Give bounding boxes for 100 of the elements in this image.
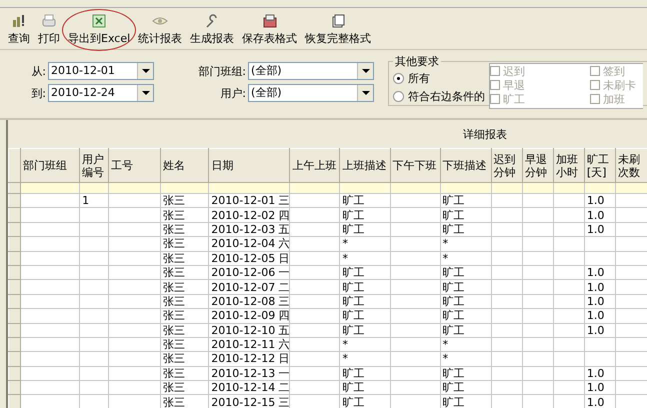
date-dropdown[interactable]: 2010-12-01 [48,62,154,80]
table-cell: 2010-12-08 三 [208,294,290,309]
radio-button[interactable] [393,73,404,84]
row-header[interactable] [8,380,21,395]
table-cell [290,308,340,324]
filter-cell[interactable] [208,182,290,194]
table-cell [290,265,340,280]
table-cell [553,337,584,352]
column-header[interactable]: 迟到分钟 [491,148,522,182]
column-header[interactable]: 日期 [208,148,290,182]
table-cell [553,308,584,324]
printer-icon [41,13,57,29]
table-cell [108,294,161,309]
table-cell [20,251,80,266]
group-title: 其他要求 [394,54,440,69]
table-cell [108,323,161,338]
toolbar-button[interactable]: 打印 [34,13,64,46]
table-cell [390,323,440,338]
table-cell: 张三 [160,194,209,208]
table-cell: 旷工 [340,323,390,338]
table-cell [522,251,554,266]
table-cell [290,222,340,237]
row-header[interactable] [8,294,21,309]
table-cell: 张三 [160,352,209,366]
table-cell [20,294,80,309]
toolbar-button[interactable]: 统计报表 [134,13,186,46]
table-cell [390,294,440,309]
toolbar-button[interactable]: 查询 [4,13,34,46]
column-header[interactable]: 上午上班 [290,148,340,182]
table-cell: 旷工 [440,323,492,338]
table-cell [390,352,440,366]
row-header[interactable] [8,323,21,338]
table-cell: 旷工 [340,366,390,381]
table-cell [290,280,340,294]
row-header[interactable] [8,308,21,324]
table-cell [108,366,161,381]
dept-dropdown[interactable]: (全部) [248,62,374,80]
table-cell [522,208,554,222]
table-cell: 2010-12-09 四 [208,308,290,324]
table-cell [80,251,109,266]
table-cell [290,236,340,252]
table-cell: 旷工 [440,294,492,309]
column-header[interactable]: 用户编号 [80,148,109,182]
column-header[interactable]: 下班描述 [440,148,492,182]
table-cell [491,294,522,309]
column-header[interactable]: 上班描述 [340,148,390,182]
table-cell [390,380,440,395]
table-cell [553,352,584,366]
table-cell: 张三 [160,236,209,252]
table-cell [491,352,522,366]
row-header[interactable] [8,265,21,280]
column-header[interactable]: 工号 [108,148,161,182]
row-header[interactable] [8,394,21,408]
table-cell [290,294,340,309]
radio-button[interactable] [393,91,404,102]
column-header[interactable]: 早退分钟 [522,148,554,182]
row-header[interactable] [8,352,21,366]
table-cell: * [340,236,390,252]
table-cell [20,222,80,237]
column-header[interactable]: 未刷次数 [615,148,647,182]
row-header[interactable] [8,337,21,352]
toolbar-button[interactable]: 恢复完整格式 [301,13,376,46]
table-cell [390,194,440,208]
table-cell: 1 [80,194,109,208]
column-header[interactable]: 部门班组 [20,148,80,182]
table-cell: 旷工 [340,380,390,395]
column-header[interactable]: 下午下班 [390,148,440,182]
table-cell [522,280,554,294]
table-cell: 张三 [160,337,209,352]
row-header[interactable] [8,236,21,252]
table-cell: 1.0 [584,323,616,338]
radio-option[interactable]: 符合右边条件的 [393,89,489,104]
radio-option[interactable]: 所有 [393,71,489,86]
table-cell [20,366,80,381]
table-cell [491,323,522,338]
row-header[interactable] [8,280,21,294]
table-cell [522,366,554,381]
toolbar-button[interactable]: 生成报表 [186,13,238,46]
date-dropdown[interactable]: 2010-12-24 [48,84,154,102]
table-cell [108,352,161,366]
table-cell [80,265,109,280]
row-header[interactable] [8,222,21,237]
row-header[interactable] [8,251,21,266]
toolbar-button[interactable]: 保存表格式 [238,13,302,46]
row-header[interactable] [8,194,21,208]
table-cell: * [340,352,390,366]
column-header[interactable]: 旷工[天] [584,148,616,182]
table-cell [20,194,80,208]
row-header[interactable] [8,366,21,381]
table-cell: 旷工 [440,222,492,237]
table-cell [80,380,109,395]
table-cell: 1.0 [584,208,616,222]
table-cell [290,380,340,395]
column-header[interactable]: 加班小时 [553,148,584,182]
toolbar-button[interactable]: 导出到Excel [64,13,134,46]
user-dropdown[interactable]: (全部) [248,84,374,102]
row-header[interactable] [8,208,21,222]
column-header[interactable]: 姓名 [160,148,209,182]
table-cell [522,323,554,338]
table-cell: * [440,236,492,252]
